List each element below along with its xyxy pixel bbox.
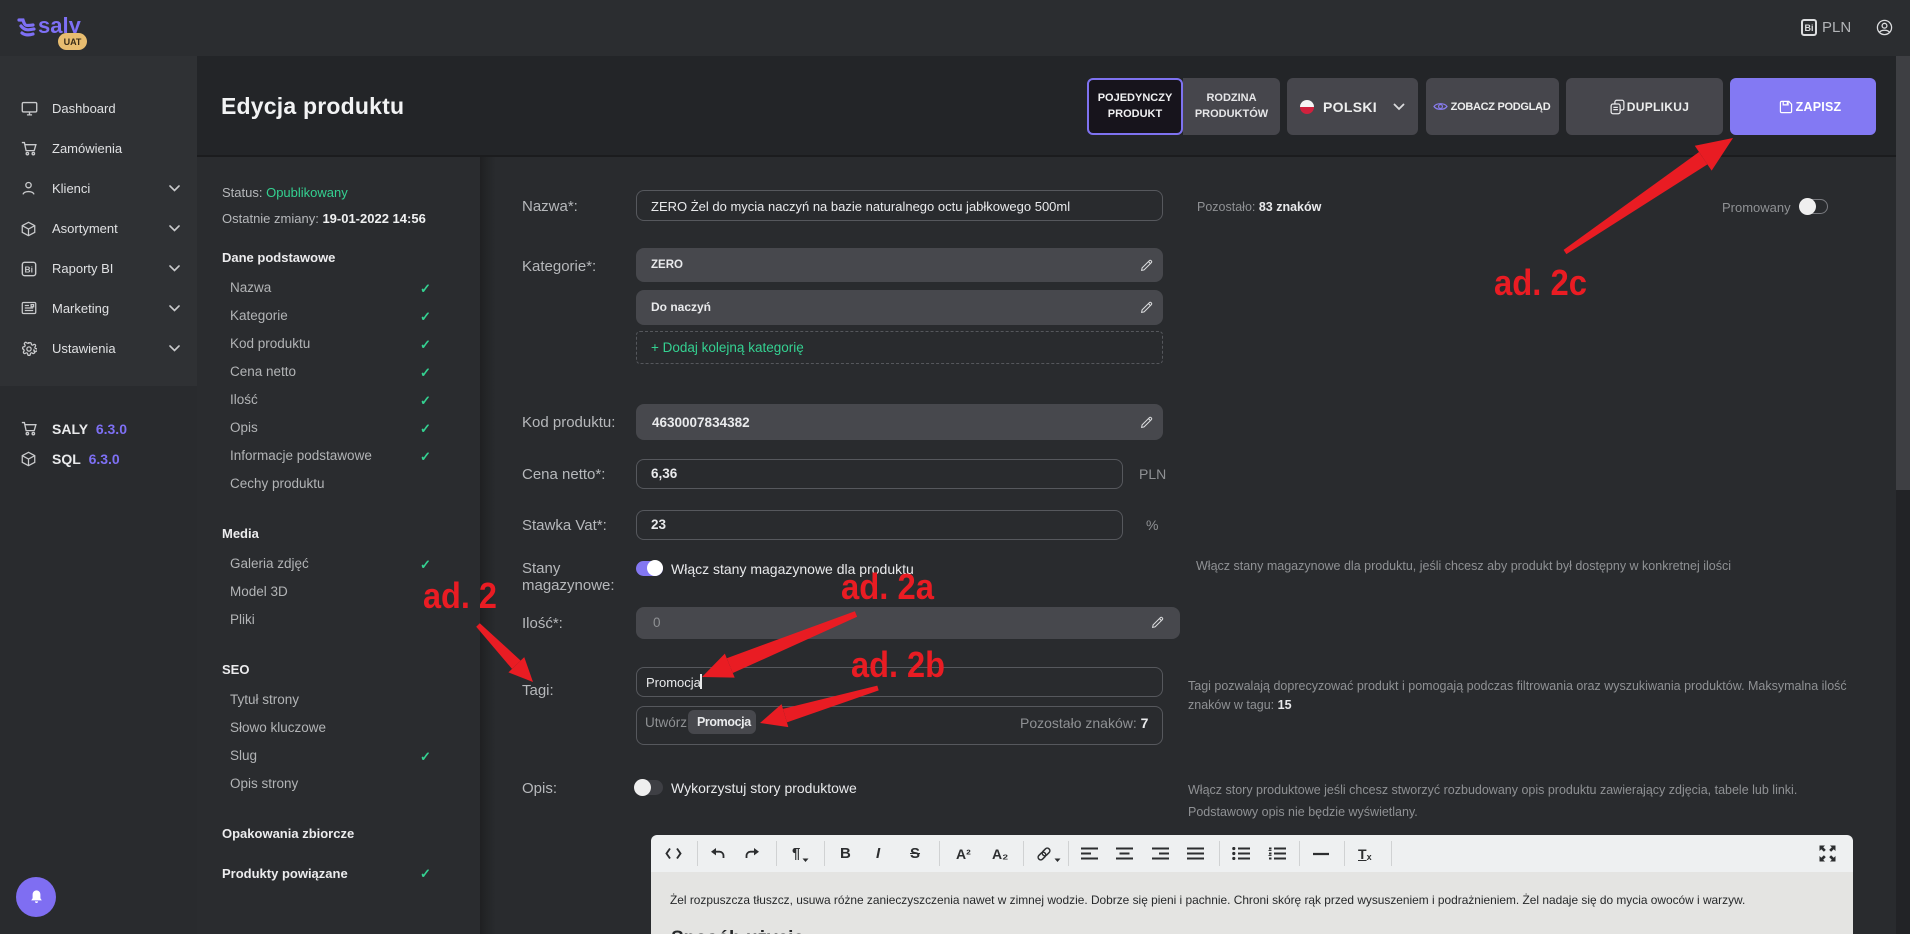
svg-text:ad. 2b: ad. 2b bbox=[851, 644, 945, 685]
svg-text:ad. 2: ad. 2 bbox=[423, 575, 497, 616]
svg-text:ad. 2a: ad. 2a bbox=[841, 566, 935, 607]
svg-text:ad. 2c: ad. 2c bbox=[1494, 262, 1587, 303]
